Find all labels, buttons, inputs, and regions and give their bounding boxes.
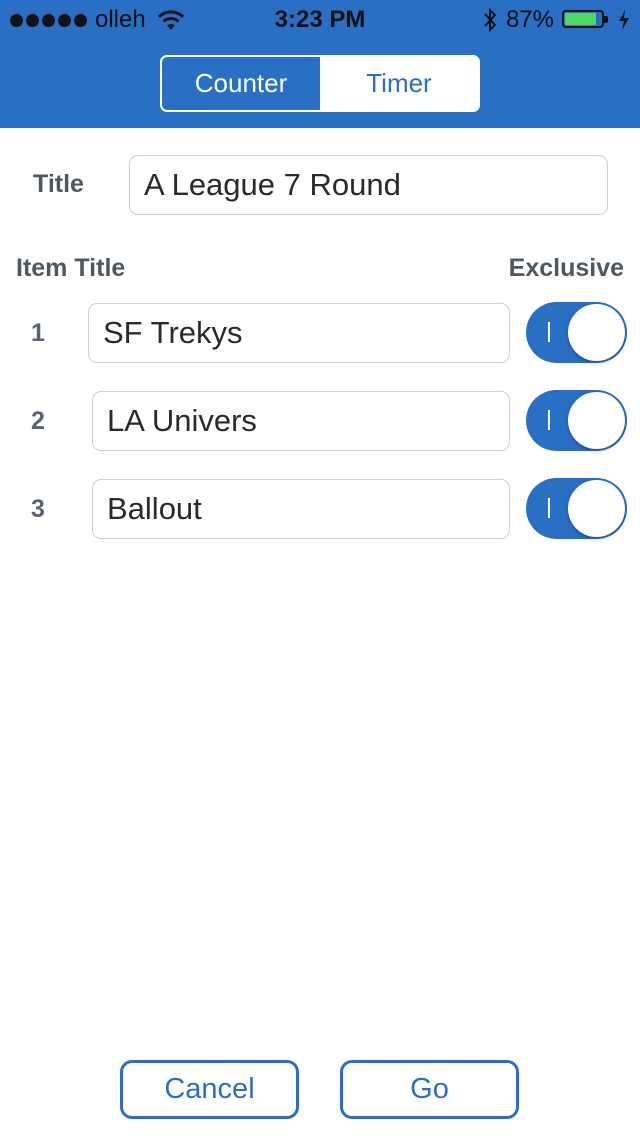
go-button[interactable]: Go — [340, 1060, 519, 1119]
charging-bolt-icon — [619, 10, 629, 30]
toggle-knob — [568, 480, 625, 537]
item-title-input[interactable]: LA Univers — [92, 391, 510, 451]
title-label: Title — [33, 170, 84, 198]
battery-icon — [562, 9, 610, 31]
item-number: 3 — [31, 495, 45, 523]
exclusive-header: Exclusive — [508, 254, 624, 282]
item-title-header: Item Title — [16, 254, 126, 282]
exclusive-toggle[interactable] — [526, 302, 627, 363]
status-bar: olleh 3:23 PM 87% — [0, 0, 640, 40]
exclusive-toggle[interactable] — [526, 478, 627, 539]
status-right: 87% — [482, 6, 630, 34]
toggle-knob — [568, 392, 625, 449]
item-number: 1 — [31, 319, 45, 347]
toggle-on-mark — [548, 322, 550, 342]
exclusive-toggle[interactable] — [526, 390, 627, 451]
item-number: 2 — [31, 407, 45, 435]
battery-percent: 87% — [505, 6, 554, 33]
segment-counter[interactable]: Counter — [162, 57, 320, 110]
item-title-input[interactable]: SF Trekys — [88, 303, 510, 363]
toggle-on-mark — [548, 498, 550, 518]
mode-segmented-control: Counter Timer — [160, 55, 480, 112]
item-title-input[interactable]: Ballout — [92, 479, 510, 539]
toggle-knob — [568, 304, 625, 361]
nav-header: olleh 3:23 PM 87% Counter Timer — [0, 0, 640, 128]
bluetooth-icon — [484, 7, 497, 33]
cancel-button[interactable]: Cancel — [120, 1060, 299, 1119]
toggle-on-mark — [548, 410, 550, 430]
segment-timer[interactable]: Timer — [320, 57, 478, 110]
title-input[interactable]: A League 7 Round — [129, 155, 608, 215]
